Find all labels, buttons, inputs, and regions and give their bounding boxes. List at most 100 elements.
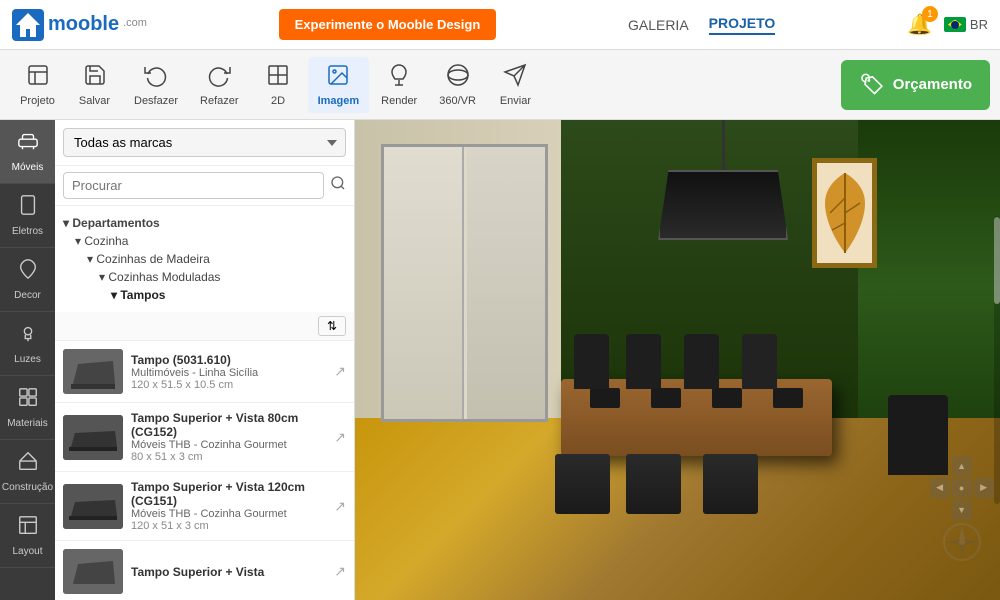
header-right: 🔔 1 BR (907, 12, 988, 37)
wall-art (812, 158, 877, 268)
tree-arrow-3: ▾ (99, 270, 108, 284)
bell-button[interactable]: 🔔 1 (907, 12, 932, 37)
language-label: BR (970, 17, 988, 32)
3d-viewport[interactable]: ▲ ◀ ● ▶ ▼ (355, 120, 1000, 600)
tree-cozinhas-madeira[interactable]: ▾ Cozinhas de Madeira (63, 250, 346, 268)
product-name-1: Tampo Superior + Vista 80cm (CG152) (131, 411, 326, 439)
construction-icon (17, 450, 39, 478)
main-content: Móveis Eletros Decor Luzes Materiais (0, 120, 1000, 600)
sidebar-decor-label: Decor (14, 290, 41, 301)
nav-down-button[interactable]: ▼ (952, 500, 972, 520)
logo-brand: mooble (48, 13, 119, 36)
search-wrapper (55, 166, 354, 206)
toolbar-desfazer[interactable]: Desfazer (124, 57, 188, 113)
sliding-door (381, 144, 549, 422)
viewport-scrollbar[interactable] (994, 216, 1000, 504)
sort-button[interactable]: ⇅ (318, 316, 346, 336)
sidebar-item-decor[interactable]: Decor (0, 248, 55, 312)
toolbar: Projeto Salvar Desfazer Refazer 2D Image… (0, 50, 1000, 120)
chair-back-1 (574, 334, 609, 389)
product-share-3[interactable]: ↗ (334, 563, 346, 580)
product-thumb-1 (63, 415, 123, 460)
sidebar-item-layout[interactable]: Layout (0, 504, 55, 568)
product-share-2[interactable]: ↗ (334, 498, 346, 515)
tree-cozinhas-moduladas[interactable]: ▾ Cozinhas Moduladas (63, 268, 346, 286)
try-mooble-button[interactable]: Experimente o Mooble Design (279, 9, 497, 40)
toolbar-render[interactable]: Render (371, 57, 427, 113)
product-brand-2: Móveis THB - Cozinha Gourmet (131, 508, 326, 520)
sidebar-item-materiais[interactable]: Materiais (0, 376, 55, 440)
product-thumb-2 (63, 484, 123, 529)
product-item-1[interactable]: Tampo Superior + Vista 80cm (CG152) Móve… (55, 403, 354, 472)
nav-center-button[interactable]: ● (952, 478, 972, 498)
light-icon (17, 322, 39, 350)
toolbar-salvar[interactable]: Salvar (67, 57, 122, 113)
search-input[interactable] (63, 172, 324, 199)
compass-icon (942, 522, 982, 562)
toolbar-imagem[interactable]: Imagem (308, 57, 370, 113)
materials-icon (17, 386, 39, 414)
tree-departamentos[interactable]: ▾ Departamentos (63, 214, 346, 232)
nav-up-button[interactable]: ▲ (952, 456, 972, 476)
product-item-3[interactable]: Tampo Superior + Vista ↗ (55, 541, 354, 600)
orcamento-button[interactable]: 🏷 Orçamento (841, 60, 990, 110)
product-thumb-3 (63, 549, 123, 594)
nav-projeto-link[interactable]: PROJETO (709, 15, 776, 35)
tree-arrow-4: ▾ (111, 288, 120, 302)
place-setting-3 (712, 388, 742, 408)
eletros-icon (17, 194, 39, 222)
brand-select-wrapper: Todas as marcas (55, 120, 354, 166)
sidebar-moveis-label: Móveis (12, 162, 44, 173)
toolbar-enviar[interactable]: Enviar (488, 57, 543, 113)
product-info-3: Tampo Superior + Vista (131, 565, 326, 579)
product-brand-1: Móveis THB - Cozinha Gourmet (131, 439, 326, 451)
logo-house-icon (12, 9, 44, 41)
brand-select[interactable]: Todas as marcas (63, 128, 346, 157)
chair-front-1 (555, 454, 610, 514)
chair-back-4 (742, 334, 777, 389)
sidebar-item-moveis[interactable]: Móveis (0, 120, 55, 184)
product-share-1[interactable]: ↗ (334, 429, 346, 446)
360vr-icon (446, 63, 470, 91)
nav-right-button[interactable]: ▶ (974, 478, 994, 498)
tree-tampos[interactable]: ▾ Tampos (63, 286, 346, 304)
chair-back-2 (626, 334, 661, 389)
toolbar-projeto[interactable]: Projeto (10, 57, 65, 113)
product-item-2[interactable]: Tampo Superior + Vista 120cm (CG151) Móv… (55, 472, 354, 541)
sidebar-item-construcao[interactable]: Construção (0, 440, 55, 504)
product-brand-0: Multimóveis - Linha Sicília (131, 367, 326, 379)
sofa-icon (17, 130, 39, 158)
toolbar-2d[interactable]: 2D (251, 57, 306, 113)
product-info-2: Tampo Superior + Vista 120cm (CG151) Móv… (131, 480, 326, 532)
sidebar-construcao-label: Construção (2, 482, 53, 493)
place-setting-1 (590, 388, 620, 408)
nav-row-2: ◀ ● ▶ (930, 478, 994, 498)
nav-left-button[interactable]: ◀ (930, 478, 950, 498)
sidebar-materiais-label: Materiais (7, 418, 48, 429)
sidebar-luzes-label: Luzes (14, 354, 41, 365)
product-dims-2: 120 x 51 x 3 cm (131, 520, 326, 532)
toolbar-refazer[interactable]: Refazer (190, 57, 249, 113)
toolbar-imagem-label: Imagem (318, 95, 360, 107)
product-item-0[interactable]: Tampo (5031.610) Multimóveis - Linha Sic… (55, 341, 354, 403)
product-dims-1: 80 x 51 x 3 cm (131, 451, 326, 463)
toolbar-projeto-label: Projeto (20, 95, 55, 107)
tree-cozinha[interactable]: ▾ Cozinha (63, 232, 346, 250)
image-icon (326, 63, 350, 91)
place-setting-4 (773, 388, 803, 408)
product-share-0[interactable]: ↗ (334, 363, 346, 380)
dining-table (561, 379, 832, 456)
tree-arrow-1: ▾ (75, 234, 84, 248)
product-name-2: Tampo Superior + Vista 120cm (CG151) (131, 480, 326, 508)
chair-front-2 (626, 454, 681, 514)
language-selector[interactable]: BR (944, 17, 988, 32)
render-icon (387, 63, 411, 91)
toolbar-360vr[interactable]: 360/VR (429, 57, 486, 113)
nav-galeria-link[interactable]: GALERIA (628, 17, 689, 33)
nav-row-1: ▲ (952, 456, 972, 476)
product-info-0: Tampo (5031.610) Multimóveis - Linha Sic… (131, 353, 326, 391)
sidebar-item-luzes[interactable]: Luzes (0, 312, 55, 376)
header: mooble.com Experimente o Mooble Design G… (0, 0, 1000, 50)
search-button[interactable] (330, 175, 346, 196)
sidebar-item-eletros[interactable]: Eletros (0, 184, 55, 248)
